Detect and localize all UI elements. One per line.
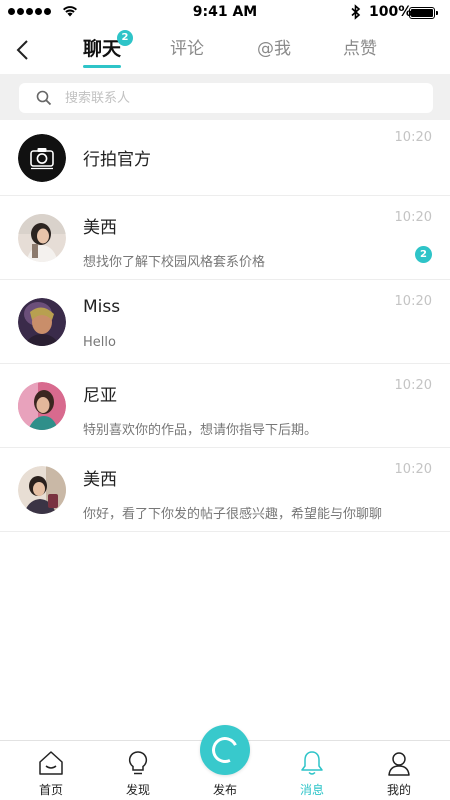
user-avatar bbox=[18, 214, 66, 262]
tab-label: @我 bbox=[257, 39, 291, 59]
lightbulb-icon bbox=[128, 751, 148, 775]
tabbar-label: 发现 bbox=[125, 783, 150, 797]
message-time: 10:20 bbox=[394, 462, 432, 477]
tab-mentions[interactable]: @我 bbox=[257, 34, 291, 68]
tabbar-label: 消息 bbox=[299, 783, 324, 797]
bluetooth-icon bbox=[351, 4, 361, 20]
publish-icon bbox=[208, 733, 242, 767]
contact-name: 尼亚 bbox=[83, 386, 117, 406]
battery-icon bbox=[409, 7, 438, 19]
contact-name: Miss bbox=[83, 297, 121, 317]
conversation-item[interactable]: 美西 你好，看了下你发的帖子很感兴趣，希望能与你聊聊 10:20 bbox=[0, 448, 450, 532]
search-area bbox=[0, 74, 450, 120]
battery-percent: 100% bbox=[369, 4, 413, 20]
active-tab-indicator bbox=[83, 65, 122, 68]
message-preview: 特别喜欢你的作品，想请你指导下后期。 bbox=[83, 423, 318, 438]
message-time: 10:20 bbox=[394, 210, 432, 225]
search-input[interactable] bbox=[65, 83, 415, 113]
unread-badge: 2 bbox=[117, 30, 134, 46]
tabbar-label: 我的 bbox=[386, 783, 411, 797]
tabbar-item-messages[interactable]: 消息 bbox=[267, 741, 357, 800]
message-time: 10:20 bbox=[394, 378, 432, 393]
tab-label: 评论 bbox=[170, 39, 204, 59]
message-preview: 你好，看了下你发的帖子很感兴趣，希望能与你聊聊 bbox=[83, 507, 383, 522]
tab-comments[interactable]: 评论 bbox=[170, 34, 204, 68]
user-avatar bbox=[18, 466, 66, 514]
tabbar-item-profile[interactable]: 我的 bbox=[354, 741, 444, 800]
tab-label: 点赞 bbox=[343, 39, 377, 59]
home-icon bbox=[39, 751, 63, 775]
user-avatar bbox=[18, 298, 66, 346]
tab-chat[interactable]: 聊天 2 bbox=[83, 30, 134, 68]
search-box[interactable] bbox=[19, 83, 433, 113]
message-time: 10:20 bbox=[394, 130, 432, 145]
tabbar-label: 首页 bbox=[38, 783, 63, 797]
contact-name: 美西 bbox=[83, 470, 117, 490]
message-preview: Hello bbox=[83, 335, 116, 350]
message-header: 聊天 2 评论 @我 点赞 bbox=[0, 26, 450, 74]
search-icon bbox=[36, 90, 52, 106]
tabbar-item-home[interactable]: 首页 bbox=[6, 741, 96, 800]
bell-icon bbox=[301, 751, 323, 775]
publish-button[interactable] bbox=[200, 725, 250, 775]
tabbar-label: 发布 bbox=[212, 783, 237, 797]
message-preview: 想找你了解下校园风格套系价格 bbox=[83, 255, 266, 270]
camera-logo-avatar bbox=[18, 134, 66, 182]
contact-name: 美西 bbox=[83, 218, 117, 238]
conversation-item[interactable]: Miss Hello 10:20 bbox=[0, 280, 450, 364]
user-avatar bbox=[18, 382, 66, 430]
conversation-item[interactable]: 尼亚 特别喜欢你的作品，想请你指导下后期。 10:20 bbox=[0, 364, 450, 448]
user-icon bbox=[388, 752, 410, 776]
unread-count-badge: 2 bbox=[415, 246, 432, 263]
contact-name: 行拍官方 bbox=[83, 150, 151, 170]
conversation-item[interactable]: 行拍官方 10:20 bbox=[0, 120, 450, 196]
conversation-item[interactable]: 美西 想找你了解下校园风格套系价格 10:20 2 bbox=[0, 196, 450, 280]
tab-label: 聊天 bbox=[83, 38, 122, 60]
message-time: 10:20 bbox=[394, 294, 432, 309]
tabbar-item-discover[interactable]: 发现 bbox=[93, 741, 183, 800]
conversation-list: 行拍官方 10:20 美西 想找你了解下校园风格套系价格 10:20 2 Mis… bbox=[0, 120, 450, 532]
back-arrow-icon[interactable] bbox=[12, 38, 34, 62]
tab-likes[interactable]: 点赞 bbox=[343, 34, 377, 68]
status-bar: 9:41 AM 100% bbox=[0, 0, 450, 26]
